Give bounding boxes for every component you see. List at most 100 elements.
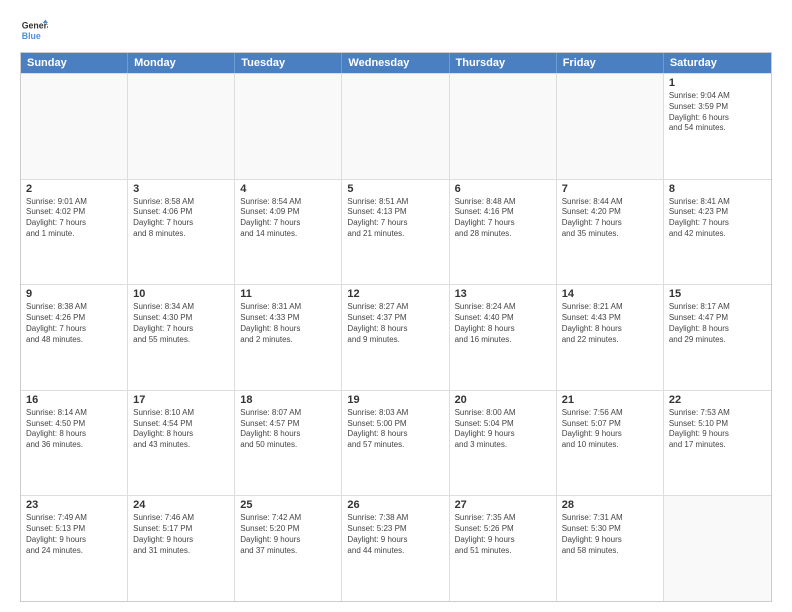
calendar-week-1: 1 Sunrise: 9:04 AM Sunset: 3:59 PM Daylig… [21,73,771,179]
day-number: 4 [240,183,336,195]
day-number: 1 [669,77,766,89]
day-number: 17 [133,394,229,406]
header-day-monday: Monday [128,53,235,73]
day-number: 18 [240,394,336,406]
day-info: Sunrise: 8:00 AM Sunset: 5:04 PM Dayligh… [455,408,551,451]
day-info: Sunrise: 9:01 AM Sunset: 4:02 PM Dayligh… [26,197,122,240]
day-info: Sunrise: 7:56 AM Sunset: 5:07 PM Dayligh… [562,408,658,451]
calendar-cell: 9 Sunrise: 8:38 AM Sunset: 4:26 PM Daylig… [21,285,128,390]
calendar-cell: 4 Sunrise: 8:54 AM Sunset: 4:09 PM Daylig… [235,180,342,285]
day-info: Sunrise: 8:31 AM Sunset: 4:33 PM Dayligh… [240,302,336,345]
day-number: 23 [26,499,122,511]
day-info: Sunrise: 8:17 AM Sunset: 4:47 PM Dayligh… [669,302,766,345]
calendar-week-4: 16 Sunrise: 8:14 AM Sunset: 4:50 PM Dayli… [21,390,771,496]
calendar-cell: 10Sunrise: 8:34 AM Sunset: 4:30 PM Dayli… [128,285,235,390]
calendar-cell: 11 Sunrise: 8:31 AM Sunset: 4:33 PM Dayli… [235,285,342,390]
calendar-cell [342,74,449,179]
calendar-cell [235,74,342,179]
header-day-saturday: Saturday [664,53,771,73]
day-info: Sunrise: 8:38 AM Sunset: 4:26 PM Dayligh… [26,302,122,345]
day-number: 5 [347,183,443,195]
calendar-cell: 3 Sunrise: 8:58 AM Sunset: 4:06 PM Daylig… [128,180,235,285]
calendar-cell: 8 Sunrise: 8:41 AM Sunset: 4:23 PM Daylig… [664,180,771,285]
day-number: 24 [133,499,229,511]
calendar-cell: 20 Sunrise: 8:00 AM Sunset: 5:04 PM Dayli… [450,391,557,496]
calendar-week-2: 2 Sunrise: 9:01 AM Sunset: 4:02 PM Daylig… [21,179,771,285]
calendar-cell: 5 Sunrise: 8:51 AM Sunset: 4:13 PM Daylig… [342,180,449,285]
logo-icon: General Blue [20,16,48,44]
calendar: SundayMondayTuesdayWednesdayThursdayFrid… [20,52,772,602]
day-number: 14 [562,288,658,300]
day-number: 28 [562,499,658,511]
calendar-cell: 6 Sunrise: 8:48 AM Sunset: 4:16 PM Daylig… [450,180,557,285]
day-number: 16 [26,394,122,406]
calendar-cell: 7 Sunrise: 8:44 AM Sunset: 4:20 PM Daylig… [557,180,664,285]
day-number: 20 [455,394,551,406]
calendar-cell: 12 Sunrise: 8:27 AM Sunset: 4:37 PM Dayli… [342,285,449,390]
day-info: Sunrise: 8:27 AM Sunset: 4:37 PM Dayligh… [347,302,443,345]
calendar-cell: 16 Sunrise: 8:14 AM Sunset: 4:50 PM Dayli… [21,391,128,496]
day-number: 22 [669,394,766,406]
header-day-wednesday: Wednesday [342,53,449,73]
calendar-cell: 2 Sunrise: 9:01 AM Sunset: 4:02 PM Daylig… [21,180,128,285]
header-area: General Blue [20,16,772,44]
day-number: 7 [562,183,658,195]
day-info: Sunrise: 8:48 AM Sunset: 4:16 PM Dayligh… [455,197,551,240]
day-number: 11 [240,288,336,300]
day-info: Sunrise: 7:35 AM Sunset: 5:26 PM Dayligh… [455,513,551,556]
day-info: Sunrise: 7:46 AM Sunset: 5:17 PM Dayligh… [133,513,229,556]
calendar-cell: 15Sunrise: 8:17 AM Sunset: 4:47 PM Dayli… [664,285,771,390]
day-info: Sunrise: 8:14 AM Sunset: 4:50 PM Dayligh… [26,408,122,451]
calendar-cell: 1 Sunrise: 9:04 AM Sunset: 3:59 PM Daylig… [664,74,771,179]
day-info: Sunrise: 7:49 AM Sunset: 5:13 PM Dayligh… [26,513,122,556]
day-info: Sunrise: 8:21 AM Sunset: 4:43 PM Dayligh… [562,302,658,345]
day-info: Sunrise: 7:42 AM Sunset: 5:20 PM Dayligh… [240,513,336,556]
header-day-sunday: Sunday [21,53,128,73]
day-info: Sunrise: 7:38 AM Sunset: 5:23 PM Dayligh… [347,513,443,556]
calendar-cell: 28Sunrise: 7:31 AM Sunset: 5:30 PM Dayli… [557,496,664,601]
calendar-header: SundayMondayTuesdayWednesdayThursdayFrid… [21,53,771,73]
calendar-cell: 17 Sunrise: 8:10 AM Sunset: 4:54 PM Dayli… [128,391,235,496]
calendar-cell: 25Sunrise: 7:42 AM Sunset: 5:20 PM Dayli… [235,496,342,601]
calendar-cell: 18 Sunrise: 8:07 AM Sunset: 4:57 PM Dayli… [235,391,342,496]
header-day-friday: Friday [557,53,664,73]
day-number: 9 [26,288,122,300]
day-number: 8 [669,183,766,195]
calendar-cell [557,74,664,179]
calendar-cell: 19Sunrise: 8:03 AM Sunset: 5:00 PM Dayli… [342,391,449,496]
day-number: 12 [347,288,443,300]
day-number: 19 [347,394,443,406]
day-info: Sunrise: 8:58 AM Sunset: 4:06 PM Dayligh… [133,197,229,240]
logo: General Blue [20,16,52,44]
day-info: Sunrise: 8:07 AM Sunset: 4:57 PM Dayligh… [240,408,336,451]
calendar-cell: 13Sunrise: 8:24 AM Sunset: 4:40 PM Dayli… [450,285,557,390]
calendar-week-5: 23 Sunrise: 7:49 AM Sunset: 5:13 PM Dayli… [21,495,771,601]
day-number: 3 [133,183,229,195]
day-number: 2 [26,183,122,195]
day-info: Sunrise: 8:10 AM Sunset: 4:54 PM Dayligh… [133,408,229,451]
day-number: 26 [347,499,443,511]
header-day-tuesday: Tuesday [235,53,342,73]
day-info: Sunrise: 8:54 AM Sunset: 4:09 PM Dayligh… [240,197,336,240]
day-info: Sunrise: 8:44 AM Sunset: 4:20 PM Dayligh… [562,197,658,240]
calendar-cell: 21 Sunrise: 7:56 AM Sunset: 5:07 PM Dayli… [557,391,664,496]
calendar-cell [664,496,771,601]
calendar-body: 1 Sunrise: 9:04 AM Sunset: 3:59 PM Daylig… [21,73,771,601]
day-number: 21 [562,394,658,406]
day-info: Sunrise: 8:41 AM Sunset: 4:23 PM Dayligh… [669,197,766,240]
calendar-cell: 23 Sunrise: 7:49 AM Sunset: 5:13 PM Dayli… [21,496,128,601]
calendar-cell: 26 Sunrise: 7:38 AM Sunset: 5:23 PM Dayli… [342,496,449,601]
day-info: Sunrise: 9:04 AM Sunset: 3:59 PM Dayligh… [669,91,766,134]
day-number: 13 [455,288,551,300]
day-number: 27 [455,499,551,511]
day-info: Sunrise: 8:51 AM Sunset: 4:13 PM Dayligh… [347,197,443,240]
calendar-week-3: 9 Sunrise: 8:38 AM Sunset: 4:26 PM Daylig… [21,284,771,390]
day-number: 10 [133,288,229,300]
calendar-cell: 24 Sunrise: 7:46 AM Sunset: 5:17 PM Dayli… [128,496,235,601]
calendar-cell: 14 Sunrise: 8:21 AM Sunset: 4:43 PM Dayli… [557,285,664,390]
calendar-cell: 27 Sunrise: 7:35 AM Sunset: 5:26 PM Dayli… [450,496,557,601]
calendar-cell [128,74,235,179]
day-number: 6 [455,183,551,195]
page: General Blue SundayMondayTuesdayWednesda… [0,0,792,612]
calendar-cell [21,74,128,179]
